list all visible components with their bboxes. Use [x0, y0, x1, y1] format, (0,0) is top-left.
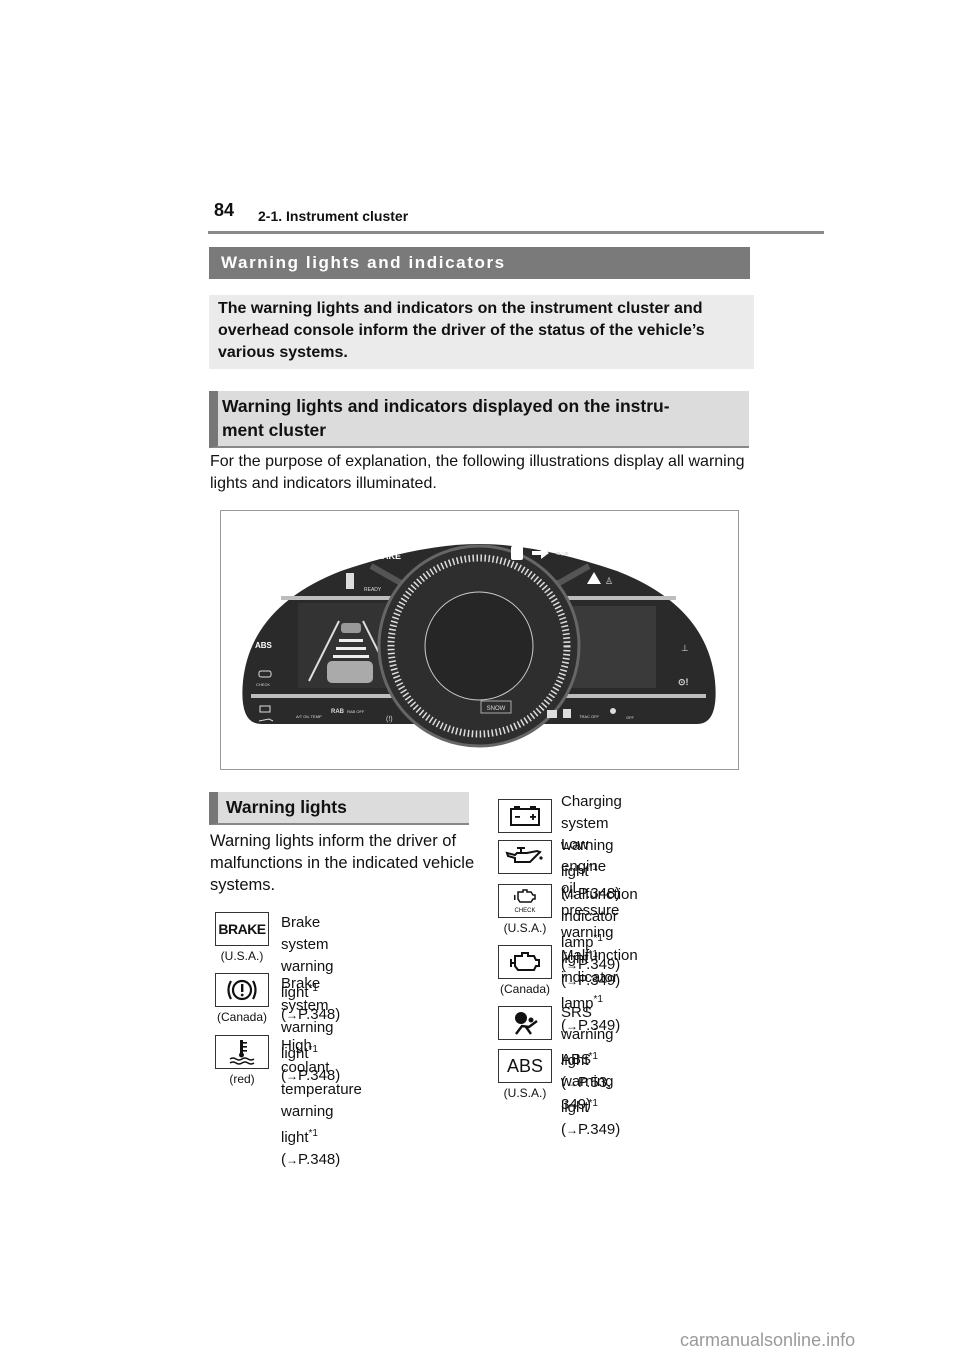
watermark: carmanualsonline.info — [680, 1330, 856, 1350]
at-oil-temp-indicator: A/T OIL TEMP — [296, 714, 322, 719]
fuel-icon — [563, 709, 571, 718]
brake-circle-icon — [215, 973, 269, 1007]
cluster-illustration: SNOW BRAKE ≡○≡ READY ♙ ABS CHECK ⊥ ⊙! A/… — [220, 510, 739, 770]
coolant-temp-icon — [215, 1035, 269, 1069]
left-turn-icon — [349, 547, 366, 559]
abs-indicator: ABS — [255, 641, 273, 650]
abs-icon: ABS — [498, 1049, 552, 1083]
off-indicator: OFF — [626, 715, 635, 720]
lane-icon — [346, 573, 354, 589]
seatbelt-icon: ♙ — [605, 576, 613, 586]
fog-light-icon: ≡○≡ — [556, 551, 568, 558]
color-caption: (red) — [229, 1072, 255, 1086]
trac-off-indicator: TRAC OFF — [579, 714, 600, 719]
warning-lights-intro: Warning lights inform the driver of malf… — [210, 832, 475, 894]
battery-icon — [498, 799, 552, 833]
header-divider — [208, 231, 824, 234]
rab-off-indicator: RAB OFF — [347, 709, 365, 714]
page-title: Warning lights and indicators — [209, 247, 750, 279]
region-caption: (U.S.A.) — [503, 921, 547, 935]
tire-pressure-icon: (!) — [386, 716, 393, 723]
warning-lights-heading: Warning lights — [209, 792, 469, 825]
cluster-subheading-line2: ment cluster — [222, 420, 327, 440]
region-caption: (U.S.A.) — [503, 1086, 547, 1100]
right-display — [571, 606, 656, 688]
intro-text: The warning lights and indicators on the… — [218, 300, 705, 361]
airbag-icon — [498, 1006, 552, 1040]
svg-text:SNOW: SNOW — [487, 706, 506, 712]
item-description: ABS warning light*1 (→P.349) — [561, 1051, 621, 1138]
cluster-subheading-line1: Warning lights and indicators displayed … — [222, 396, 670, 416]
engine-check-icon: CHECK — [498, 884, 552, 918]
region-caption: (U.S.A.) — [220, 949, 264, 963]
item-description: High coolant temperature warning light*1… — [281, 1037, 362, 1168]
brake-indicator: BRAKE — [369, 551, 401, 561]
ready-indicator: READY — [364, 587, 382, 593]
brake-text-icon: BRAKE — [215, 912, 269, 946]
region-caption: (Canada) — [216, 1010, 268, 1024]
gauge-dial — [424, 591, 534, 701]
section-title: 2-1. Instrument cluster — [258, 208, 409, 224]
cluster-subheading: Warning lights and indicators displayed … — [209, 391, 749, 448]
srs-indicator — [610, 708, 616, 714]
door-lock-icon — [547, 710, 557, 718]
page-number: 84 — [214, 200, 235, 220]
intro-box: The warning lights and indicators on the… — [209, 295, 754, 369]
rab-indicator: RAB — [331, 709, 345, 715]
engine-icon — [498, 945, 552, 979]
purpose-text: For the purpose of explanation, the foll… — [210, 453, 745, 492]
oil-can-icon — [498, 840, 552, 874]
check-indicator: CHECK — [256, 682, 270, 687]
headlight-icon — [331, 548, 343, 558]
region-caption: (Canada) — [499, 982, 551, 996]
steering-warning-icon: ⊙! — [678, 677, 689, 687]
instrument-cluster-graphic: SNOW BRAKE ≡○≡ READY ♙ ABS CHECK ⊥ ⊙! A/… — [242, 544, 716, 748]
slip-indicator-icon — [511, 546, 523, 560]
coolant-indicator: ⊥ — [681, 643, 689, 653]
